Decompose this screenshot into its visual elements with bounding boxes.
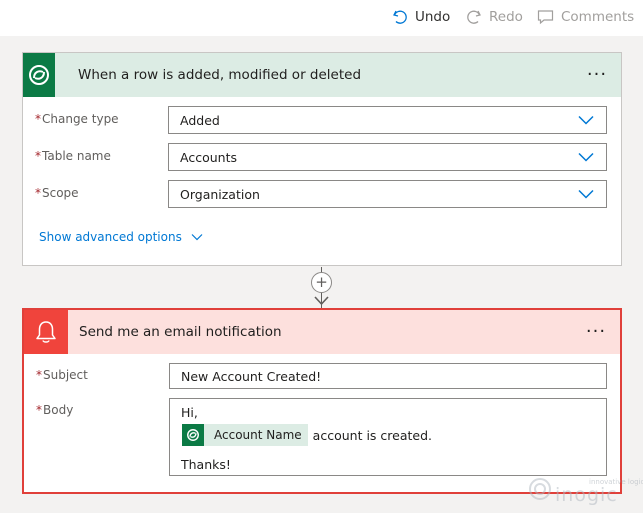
account-name-token-label: Account Name: [214, 428, 302, 442]
command-bar: Undo Redo Comments: [0, 0, 643, 36]
comment-icon: [537, 10, 554, 25]
chevron-down-icon: [578, 115, 594, 125]
table-name-label: *Table name: [35, 149, 111, 163]
dataverse-logo: [182, 424, 204, 446]
table-name-dropdown[interactable]: Accounts: [168, 143, 607, 171]
trigger-card: When a row is added, modified or deleted…: [22, 52, 622, 266]
plus-icon: +: [315, 273, 328, 291]
arrow-down-icon: [314, 296, 329, 306]
comments-button[interactable]: Comments: [537, 6, 634, 28]
more-options-icon: ···: [585, 320, 607, 342]
email-card-header[interactable]: Send me an email notification ···: [24, 310, 620, 354]
trigger-card-header[interactable]: When a row is added, modified or deleted…: [23, 53, 621, 97]
chevron-down-icon: [578, 189, 594, 199]
comments-label: Comments: [561, 9, 635, 25]
account-name-token[interactable]: Account Name: [182, 424, 308, 446]
show-advanced-options-label: Show advanced options: [39, 230, 182, 244]
insert-step-button[interactable]: +: [311, 272, 332, 293]
body-token-line: Account Name account is created.: [182, 424, 432, 446]
undo-button[interactable]: Undo: [392, 6, 450, 28]
body-input[interactable]: Hi, Account Name account is created. Tha…: [169, 398, 607, 476]
redo-label: Redo: [489, 9, 523, 25]
dataverse-logo-icon: [187, 429, 199, 441]
body-closing: Thanks!: [181, 457, 231, 472]
trigger-more-options-button[interactable]: ···: [583, 63, 611, 85]
body-label: *Body: [36, 403, 74, 417]
chevron-down-icon: [191, 234, 203, 241]
chevron-down-icon: [578, 152, 594, 162]
undo-icon: [393, 10, 407, 24]
table-name-value: Accounts: [180, 149, 237, 165]
more-options-icon: ···: [586, 63, 608, 85]
inogic-logo-icon: [529, 478, 551, 500]
change-type-label: *Change type: [35, 112, 119, 126]
show-advanced-options-link[interactable]: Show advanced options: [39, 230, 203, 244]
redo-button[interactable]: Redo: [466, 6, 523, 28]
change-type-value: Added: [180, 112, 220, 128]
scope-dropdown[interactable]: Organization: [168, 180, 607, 208]
scope-value: Organization: [180, 186, 260, 202]
watermark-brand: inogic: [555, 484, 618, 506]
dataverse-logo: [23, 53, 55, 97]
trigger-title: When a row is added, modified or deleted: [78, 67, 362, 83]
email-action-title: Send me an email notification: [79, 324, 282, 340]
redo-icon: [467, 10, 481, 24]
notification-logo: [24, 310, 68, 354]
change-type-dropdown[interactable]: Added: [168, 106, 607, 134]
scope-label: *Scope: [35, 186, 79, 200]
email-action-card: Send me an email notification ··· *Subje…: [22, 308, 622, 494]
body-after-token-text: account is created.: [312, 427, 432, 443]
subject-label: *Subject: [36, 368, 88, 382]
subject-value: New Account Created!: [181, 368, 322, 384]
subject-input[interactable]: New Account Created!: [169, 363, 607, 389]
bell-icon: [36, 321, 56, 343]
body-greeting: Hi,: [181, 405, 198, 420]
watermark-logo: innovative logic inogic: [527, 470, 643, 508]
undo-label: Undo: [415, 9, 451, 25]
email-more-options-button[interactable]: ···: [582, 320, 610, 342]
dataverse-logo-icon: [29, 65, 49, 85]
